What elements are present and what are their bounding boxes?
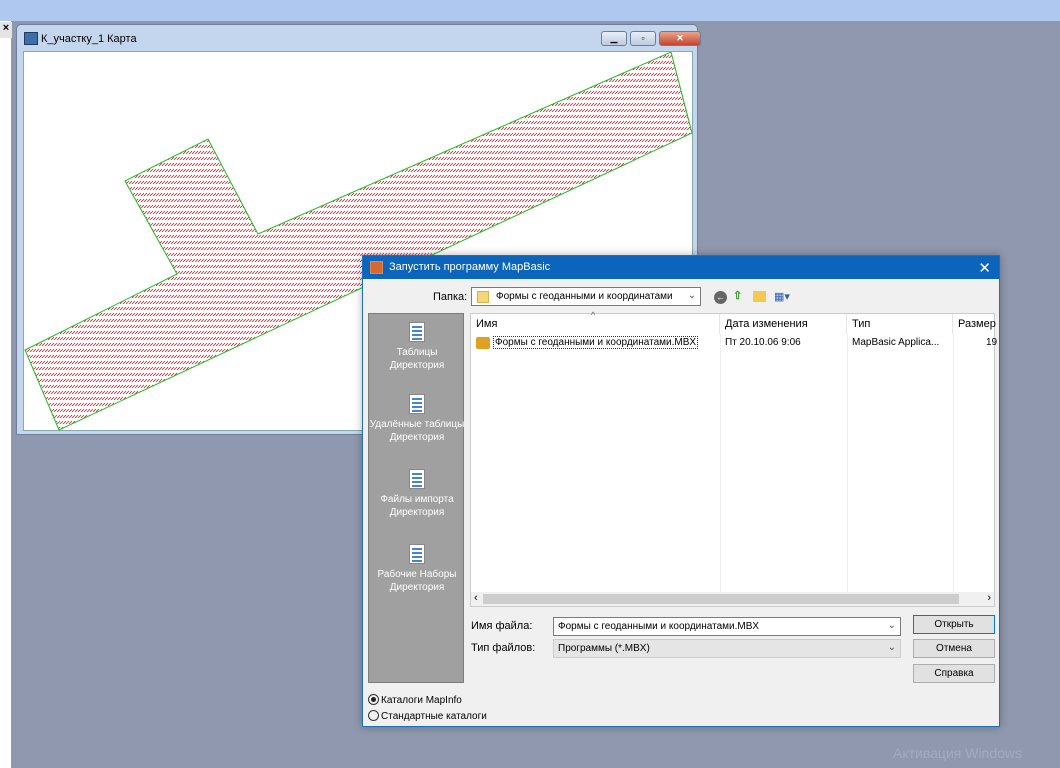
filename-label: Имя файла: — [471, 620, 533, 632]
scroll-left-icon[interactable]: ‹ — [474, 592, 478, 604]
close-icon[interactable]: ✕ — [978, 259, 991, 277]
app-title-bar — [0, 0, 1060, 21]
close-button[interactable]: ✕ — [659, 31, 701, 46]
place-remote-tables[interactable]: Удалённые таблицы Директория — [369, 394, 465, 444]
filename-value: Формы с геоданными и координатами.MBX — [558, 621, 760, 632]
back-icon[interactable]: ← — [714, 291, 727, 304]
scroll-thumb[interactable] — [483, 594, 959, 604]
chevron-down-icon: ⌄ — [687, 290, 696, 301]
document-icon — [409, 544, 425, 564]
horizontal-scrollbar[interactable]: ‹ › — [471, 592, 994, 606]
column-header-date[interactable]: Дата изменения — [720, 314, 847, 334]
file-row[interactable]: Формы с геоданными и координатами.MBX Пт… — [474, 335, 998, 351]
column-header-type[interactable]: Тип — [847, 314, 953, 334]
place-tables[interactable]: Таблицы Директория — [369, 322, 465, 372]
radio-mapinfo-catalogs[interactable]: Каталоги MapInfo — [368, 694, 462, 706]
chevron-down-icon: ⌄ — [887, 642, 896, 653]
chevron-down-icon: ⌄ — [887, 620, 896, 631]
mbx-file-icon — [476, 337, 490, 349]
places-bar: Таблицы Директория Удалённые таблицы Дир… — [368, 313, 464, 683]
column-header-name[interactable]: Имя — [471, 314, 720, 334]
filetype-value: Программы (*.MBX) — [558, 643, 650, 654]
file-name: Формы с геоданными и координатами.MBX — [493, 336, 699, 349]
document-icon — [409, 469, 425, 489]
file-type: MapBasic Applica... — [852, 337, 940, 348]
close-icon[interactable]: × — [0, 22, 12, 38]
folder-icon — [477, 291, 489, 303]
file-date: Пт 20.10.06 9:06 — [725, 337, 801, 348]
windows-activation-watermark: Активация Windows — [893, 745, 1023, 761]
radio-label: Каталоги MapInfo — [381, 695, 462, 706]
file-list[interactable]: ^ Имя Дата изменения Тип Размер Формы с … — [470, 310, 998, 607]
cancel-button[interactable]: Отмена — [913, 639, 995, 658]
document-icon — [409, 394, 425, 414]
place-label: Файлы импорта Директория — [380, 494, 454, 518]
dialog-title: Запустить программу MapBasic — [389, 261, 551, 273]
view-menu-icon[interactable]: ▦▾ — [774, 290, 790, 303]
filetype-select[interactable]: Программы (*.MBX) ⌄ — [553, 639, 901, 658]
app-icon — [370, 261, 383, 274]
filename-input[interactable]: Формы с геоданными и координатами.MBX ⌄ — [553, 617, 901, 636]
left-panel — [0, 21, 12, 768]
map-window-title: К_участку_1 Карта — [41, 33, 137, 45]
folder-value: Формы с геоданными и координатами — [496, 291, 673, 302]
folder-select[interactable]: Формы с геоданными и координатами ⌄ — [471, 287, 701, 306]
run-mapbasic-dialog: Запустить программу MapBasic ✕ Папка: Фо… — [362, 255, 1000, 727]
place-workspaces[interactable]: Рабочие Наборы Директория — [369, 544, 465, 594]
file-size: 19 — [986, 337, 998, 348]
folder-label: Папка: — [433, 291, 468, 303]
scroll-right-icon[interactable]: › — [987, 592, 991, 604]
place-label: Таблицы Директория — [389, 347, 445, 371]
radio-standard-catalogs[interactable]: Стандартные каталоги — [368, 710, 487, 722]
radio-label: Стандартные каталоги — [381, 711, 487, 722]
column-header-size[interactable]: Размер — [953, 314, 996, 334]
map-icon — [24, 32, 38, 45]
filetype-label: Тип файлов: — [471, 642, 536, 654]
open-button[interactable]: Открыть — [913, 615, 995, 634]
new-folder-icon[interactable] — [753, 291, 766, 302]
minimize-button[interactable]: ▁ — [601, 31, 627, 46]
place-label: Рабочие Наборы Директория — [377, 569, 457, 593]
maximize-button[interactable]: ▫ — [630, 31, 656, 46]
place-import-files[interactable]: Файлы импорта Директория — [369, 469, 465, 519]
help-button[interactable]: Справка — [913, 664, 995, 683]
document-icon — [409, 322, 425, 342]
place-label: Удалённые таблицы Директория — [369, 419, 465, 443]
up-folder-icon[interactable]: ⇧ — [733, 289, 742, 302]
